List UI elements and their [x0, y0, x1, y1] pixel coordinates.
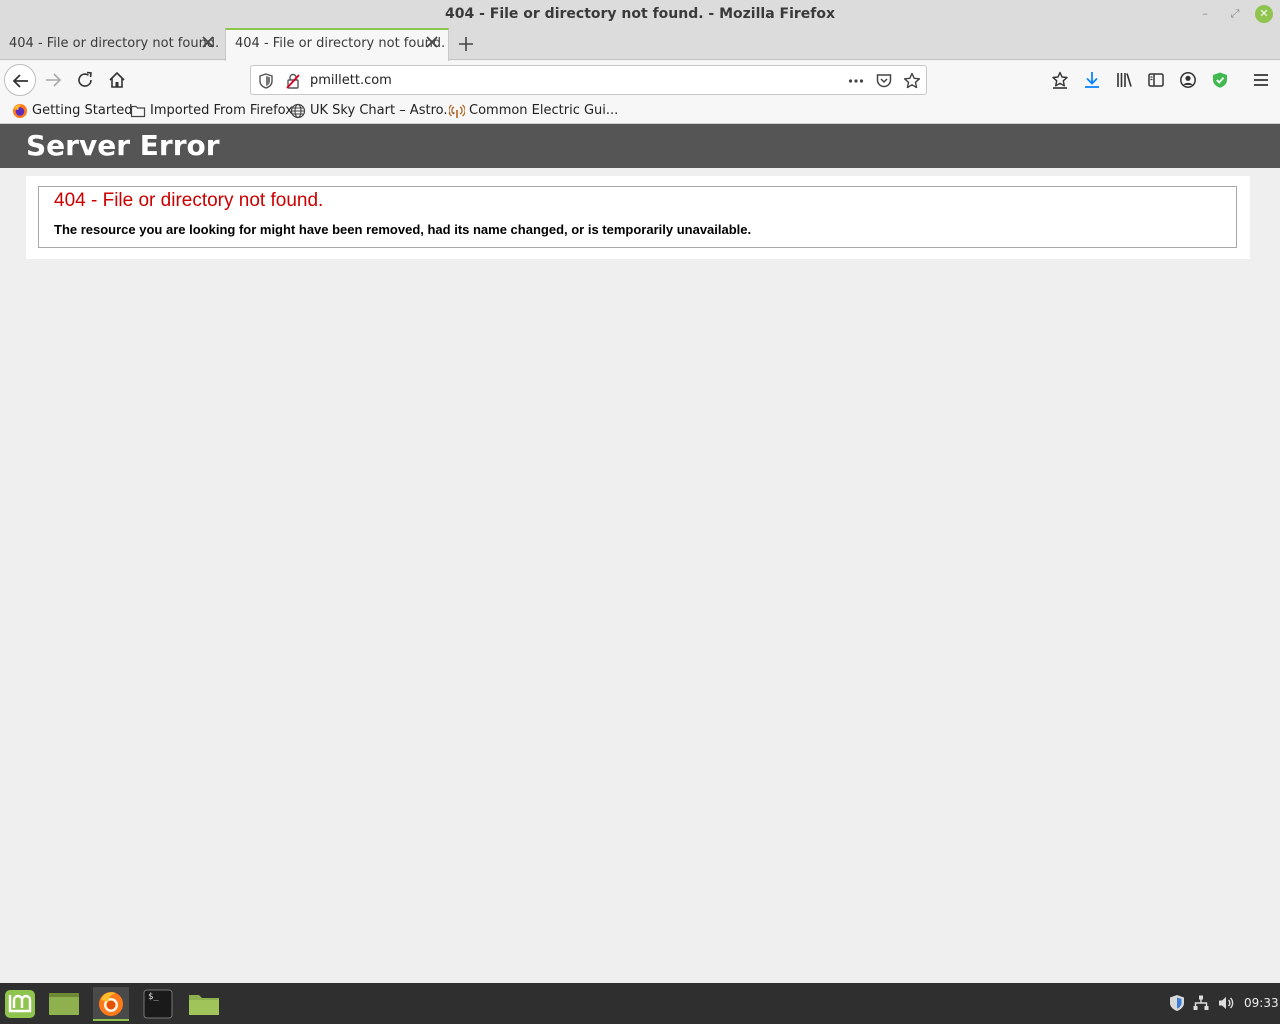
- terminal-button[interactable]: $_: [140, 987, 176, 1021]
- tab-1[interactable]: 404 - File or directory not found.: [0, 28, 224, 60]
- close-tab-icon[interactable]: [424, 34, 440, 50]
- forward-arrow-icon: [46, 73, 62, 87]
- network-icon[interactable]: [1192, 994, 1210, 1012]
- error-panel: 404 - File or directory not found. The r…: [26, 176, 1250, 259]
- firefox-icon: [99, 992, 123, 1016]
- menu-icon: [1254, 74, 1268, 86]
- download-icon: [1085, 72, 1099, 88]
- library-button[interactable]: [1111, 67, 1137, 93]
- tracking-shield-icon[interactable]: [257, 72, 275, 90]
- sidebar-icon: [1148, 73, 1164, 87]
- account-button[interactable]: [1175, 67, 1201, 93]
- maximize-button[interactable]: ⤢: [1226, 5, 1244, 23]
- account-icon: [1180, 72, 1196, 88]
- signal-icon: [448, 103, 466, 119]
- back-arrow-icon: [12, 74, 28, 88]
- insecure-lock-icon[interactable]: [284, 72, 302, 90]
- navigation-bar: pmillett.com: [0, 61, 1280, 99]
- firefox-taskbar-button[interactable]: [93, 987, 129, 1021]
- globe-icon: [290, 103, 306, 119]
- more-actions-icon[interactable]: [847, 72, 865, 90]
- close-window-button[interactable]: ✕: [1255, 5, 1273, 23]
- files-button[interactable]: [186, 987, 222, 1021]
- close-tab-icon[interactable]: [200, 34, 216, 50]
- minimize-button[interactable]: –: [1196, 5, 1214, 23]
- reading-list-button[interactable]: [1047, 67, 1073, 93]
- reading-list-icon: [1052, 71, 1068, 89]
- error-title: 404 - File or directory not found.: [54, 190, 324, 211]
- menu-button[interactable]: [1248, 67, 1274, 93]
- files-icon: [189, 995, 219, 1015]
- show-desktop-icon: [49, 993, 79, 1015]
- tab-label: 404 - File or directory not found.: [235, 36, 446, 51]
- home-button[interactable]: [104, 67, 130, 93]
- firefox-icon: [12, 103, 28, 119]
- bookmark-label: UK Sky Chart – Astro...: [310, 103, 456, 118]
- volume-icon[interactable]: [1217, 994, 1235, 1012]
- forward-button[interactable]: [40, 67, 66, 93]
- mint-menu-icon: [5, 990, 35, 1018]
- page-content: Server Error 404 - File or directory not…: [0, 124, 1280, 983]
- show-desktop-button[interactable]: [46, 987, 82, 1021]
- tab-2[interactable]: 404 - File or directory not found.: [225, 28, 449, 61]
- page-header: Server Error: [0, 124, 1280, 168]
- page-title: Server Error: [26, 129, 220, 162]
- taskbar: $_ 09:33: [0, 983, 1280, 1024]
- bookmark-star-icon[interactable]: [903, 72, 921, 90]
- reload-icon: [78, 71, 92, 87]
- new-tab-button[interactable]: [456, 34, 476, 54]
- bookmark-label: Imported From Firefox: [150, 103, 293, 118]
- bookmark-label: Getting Started: [32, 103, 133, 118]
- tab-label: 404 - File or directory not found.: [9, 36, 220, 51]
- security-shield-icon[interactable]: [1168, 994, 1186, 1012]
- back-button[interactable]: [4, 64, 36, 96]
- error-message: The resource you are looking for might h…: [54, 222, 752, 237]
- clock[interactable]: 09:33: [1244, 996, 1279, 1010]
- adblock-button[interactable]: [1207, 67, 1233, 93]
- window-titlebar: 404 - File or directory not found. - Moz…: [0, 0, 1280, 28]
- mint-menu-button[interactable]: [2, 987, 38, 1021]
- tab-strip: 404 - File or directory not found. 404 -…: [0, 28, 1280, 61]
- pocket-icon[interactable]: [875, 72, 893, 90]
- reload-button[interactable]: [72, 67, 98, 93]
- terminal-glyph: $_: [148, 992, 159, 1002]
- url-bar[interactable]: pmillett.com: [250, 65, 927, 95]
- window-title: 404 - File or directory not found. - Moz…: [444, 6, 836, 22]
- folder-icon: [130, 103, 146, 119]
- sidebar-button[interactable]: [1143, 67, 1169, 93]
- error-fieldset: 404 - File or directory not found. The r…: [38, 186, 1237, 248]
- bookmarks-toolbar: Getting Started Imported From Firefox UK…: [0, 99, 1280, 124]
- home-icon: [109, 71, 125, 88]
- url-text: pmillett.com: [310, 73, 392, 88]
- bookmark-label: Common Electric Gui...: [469, 103, 619, 118]
- adblock-shield-icon: [1213, 72, 1227, 88]
- downloads-button[interactable]: [1079, 67, 1105, 93]
- library-icon: [1117, 73, 1132, 87]
